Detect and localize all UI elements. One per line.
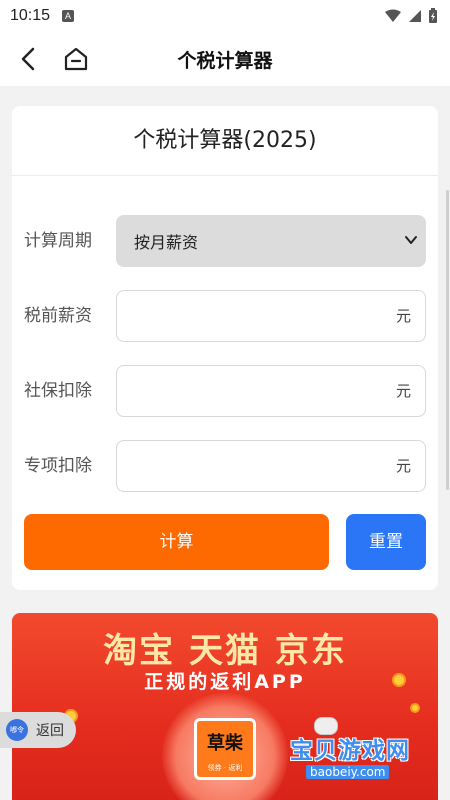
calculate-button[interactable]: 计算 <box>24 514 329 570</box>
social-field-box: 元 <box>116 365 426 417</box>
card-title: 个税计算器(2025) <box>12 106 438 176</box>
special-field-box: 元 <box>116 440 426 492</box>
special-row: 专项扣除 元 <box>12 440 438 492</box>
salary-field-box: 元 <box>116 290 426 342</box>
coin-icon <box>392 673 406 687</box>
app-logo: 草柴 领券 · 返利 <box>194 718 256 780</box>
floating-back-label: 返回 <box>36 723 64 739</box>
wifi-icon <box>385 9 401 22</box>
back-button[interactable] <box>14 44 42 74</box>
ad-banner[interactable]: 淘宝 天猫 京东 正规的返利APP 草柴 领券 · 返利 宝贝游戏网 baobe… <box>12 613 438 800</box>
battery-icon <box>429 8 437 23</box>
period-row: 计算周期 按月薪资 <box>12 215 438 267</box>
coin-icon <box>410 703 420 713</box>
salary-row: 税前薪资 元 <box>12 290 438 342</box>
reset-button[interactable]: 重置 <box>346 514 426 570</box>
notification-icon: A <box>62 10 75 22</box>
salary-input[interactable] <box>117 291 377 341</box>
app-logo-sub: 领券 · 返利 <box>207 764 243 772</box>
salary-label: 税前薪资 <box>24 306 92 326</box>
social-input[interactable] <box>117 366 377 416</box>
signal-icon <box>409 10 421 22</box>
banner-subline: 正规的返利APP <box>144 671 306 693</box>
calculator-card: 个税计算器(2025) 计算周期 按月薪资 税前薪资 元 社保扣除 元 专项扣除… <box>12 106 438 590</box>
status-icons <box>384 8 438 24</box>
app-badge-icon: 嘟令 <box>6 719 28 741</box>
nav-bar: 个税计算器 <box>0 32 450 86</box>
floating-back-button[interactable]: 嘟令 返回 <box>0 712 76 748</box>
watermark-text: 宝贝游戏网 <box>290 738 410 764</box>
special-unit: 元 <box>395 457 411 475</box>
period-label: 计算周期 <box>24 231 92 251</box>
banner-headline: 淘宝 天猫 京东 <box>103 631 347 671</box>
watermark-url: baobeiy.com <box>306 765 390 779</box>
watermark: 宝贝游戏网 baobeiy.com <box>274 717 438 795</box>
salary-unit: 元 <box>395 307 411 325</box>
home-button[interactable] <box>60 44 92 74</box>
status-time: 10:15 <box>10 7 51 24</box>
special-input[interactable] <box>117 441 377 491</box>
chevron-down-icon <box>405 236 417 244</box>
social-label: 社保扣除 <box>24 381 92 401</box>
special-label: 专项扣除 <box>24 456 92 476</box>
home-icon <box>64 47 88 71</box>
app-logo-name: 草柴 <box>207 733 243 754</box>
chevron-left-icon <box>21 47 35 71</box>
period-select[interactable]: 按月薪资 <box>116 215 426 267</box>
scrollbar[interactable] <box>446 190 449 490</box>
social-row: 社保扣除 元 <box>12 365 438 417</box>
social-unit: 元 <box>395 382 411 400</box>
period-selected-value: 按月薪资 <box>134 233 199 252</box>
status-bar: 10:15 A <box>0 0 450 32</box>
